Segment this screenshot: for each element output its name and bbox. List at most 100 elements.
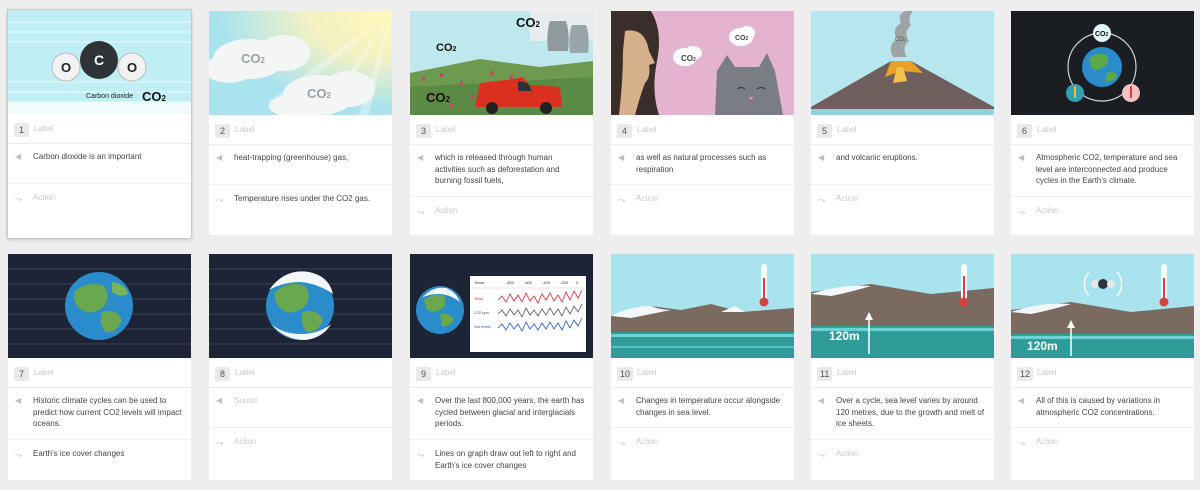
voiceover-row[interactable]: ◀ Over a cycle, sea level varies by arou… [811, 388, 994, 440]
action-icon: ⤳ [1018, 438, 1026, 448]
frame-image-sea-level-120m[interactable]: 120m [811, 254, 994, 358]
frame-label-row[interactable]: 10 Label [611, 358, 794, 388]
frame-label-row[interactable]: 8 Label [209, 358, 392, 388]
voiceover-text[interactable]: Sound [209, 395, 392, 407]
action-text[interactable]: Action [1011, 436, 1194, 448]
storyboard-card-4[interactable]: CO2 CO2 4 Label ◀ as well as natural pro… [611, 11, 794, 235]
frame-label[interactable]: Label [1037, 125, 1057, 134]
storyboard-card-7[interactable]: 7 Label ◀ Historic climate cycles can be… [8, 254, 191, 480]
speaker-icon: ◀ [618, 153, 625, 162]
voiceover-row[interactable]: ◀ All of this is caused by variations in… [1011, 388, 1194, 428]
action-text[interactable]: Action [8, 192, 191, 204]
frame-label-row[interactable]: 12 Label [1011, 358, 1194, 388]
action-row[interactable]: ⤳ Earth's ice cover changes [8, 440, 191, 460]
voiceover-row[interactable]: ◀ heat-trapping (greenhouse) gas, [209, 145, 392, 185]
action-row[interactable]: ⤳ Temperature rises under the CO2 gas. [209, 185, 392, 205]
frame-label-row[interactable]: 11 Label [811, 358, 994, 388]
voiceover-row[interactable]: ◀ Carbon dioxide is an important [8, 144, 191, 184]
frame-number: 10 [617, 367, 634, 381]
action-text[interactable]: Action [209, 436, 392, 448]
frame-image-woman-cat[interactable]: CO2 CO2 [611, 11, 794, 115]
frame-label[interactable]: Label [837, 368, 857, 377]
frame-image-volcano[interactable]: CO2 [811, 11, 994, 115]
action-row[interactable]: ⤳ Action [611, 185, 794, 205]
frame-image-sun-clouds[interactable]: CO2 CO2 [209, 11, 392, 115]
action-row[interactable]: ⤳ Action [410, 197, 593, 217]
voiceover-text[interactable]: heat-trapping (greenhouse) gas, [209, 152, 392, 164]
voiceover-text[interactable]: Over a cycle, sea level varies by around… [811, 395, 994, 430]
voiceover-row[interactable]: ◀ Over the last 800,000 years, the earth… [410, 388, 593, 440]
storyboard-card-8[interactable]: 8 Label ◀ Sound ⤳ Action [209, 254, 392, 480]
voiceover-text[interactable]: and volcanic eruptions. [811, 152, 994, 164]
storyboard-card-1[interactable]: O C O Carbon dioxide CO2 1 Label ◀ Carbo… [7, 9, 192, 239]
frame-label-row[interactable]: 2 Label [209, 115, 392, 145]
voiceover-row[interactable]: ◀ and volcanic eruptions. [811, 145, 994, 185]
frame-label-row[interactable]: 7 Label [8, 358, 191, 388]
action-row[interactable]: ⤳ Action [811, 185, 994, 205]
voiceover-text[interactable]: which is released through human activiti… [410, 152, 593, 187]
voiceover-text[interactable]: Over the last 800,000 years, the earth h… [410, 395, 593, 430]
frame-label-row[interactable]: 5 Label [811, 115, 994, 145]
storyboard-card-5[interactable]: CO2 5 Label ◀ and volcanic eruptions. ⤳ … [811, 11, 994, 235]
action-text[interactable]: Temperature rises under the CO2 gas. [209, 193, 392, 205]
frame-image-factory-truck[interactable]: CO2 CO2 CO2 [410, 11, 593, 115]
frame-label[interactable]: Label [235, 125, 255, 134]
storyboard-card-2[interactable]: CO2 CO2 2 Label ◀ heat-trapping (greenho… [209, 11, 392, 235]
frame-label-row[interactable]: 4 Label [611, 115, 794, 145]
action-row[interactable]: ⤳ Lines on graph draw out left to right … [410, 440, 593, 471]
voiceover-text[interactable]: Historic climate cycles can be used to p… [8, 395, 191, 430]
voiceover-text[interactable]: Atmospheric CO2, temperature and sea lev… [1011, 152, 1194, 187]
storyboard-card-11[interactable]: 120m 11 Label ◀ Over a cycle, sea level … [811, 254, 994, 480]
frame-label-row[interactable]: 1 Label [8, 114, 191, 144]
action-text[interactable]: Action [811, 193, 994, 205]
frame-label[interactable]: Label [637, 125, 657, 134]
storyboard-card-10[interactable]: 10 Label ◀ Changes in temperature occur … [611, 254, 794, 480]
action-row[interactable]: ⤳ Action [1011, 197, 1194, 217]
frame-label[interactable]: Label [235, 368, 255, 377]
voiceover-row[interactable]: ◀ Sound [209, 388, 392, 428]
storyboard-card-9[interactable]: Years -800 -600 -400 -200 0 Temp CO2 ppm… [410, 254, 593, 480]
voiceover-row[interactable]: ◀ Historic climate cycles can be used to… [8, 388, 191, 440]
voiceover-row[interactable]: ◀ which is released through human activi… [410, 145, 593, 197]
frame-label[interactable]: Label [436, 125, 456, 134]
voiceover-text[interactable]: as well as natural processes such as res… [611, 152, 794, 175]
frame-label[interactable]: Label [436, 368, 456, 377]
action-text[interactable]: Earth's ice cover changes [8, 448, 191, 460]
frame-label[interactable]: Label [637, 368, 657, 377]
storyboard-card-12[interactable]: 120m 12 Label ◀ All of this is caused by… [1011, 254, 1194, 480]
action-text[interactable]: Action [1011, 205, 1194, 217]
frame-image-earth-ice[interactable] [209, 254, 392, 358]
action-text[interactable]: Action [611, 436, 794, 448]
frame-number: 6 [1017, 124, 1032, 138]
voiceover-row[interactable]: ◀ Changes in temperature occur alongside… [611, 388, 794, 428]
frame-image-earth-dark[interactable] [8, 254, 191, 358]
frame-label[interactable]: Label [34, 124, 54, 133]
frame-label[interactable]: Label [34, 368, 54, 377]
frame-label-row[interactable]: 6 Label [1011, 115, 1194, 145]
frame-image-coast-thermometer[interactable] [611, 254, 794, 358]
action-row[interactable]: ⤳ Action [1011, 428, 1194, 448]
action-row[interactable]: ⤳ Action [811, 440, 994, 460]
frame-image-co2-molecule[interactable]: O C O Carbon dioxide CO2 [8, 10, 191, 114]
voiceover-text[interactable]: All of this is caused by variations in a… [1011, 395, 1194, 418]
frame-label-row[interactable]: 3 Label [410, 115, 593, 145]
action-text[interactable]: Action [410, 205, 593, 217]
storyboard-card-6[interactable]: CO2 6 Label ◀ Atmospheric CO2, temperatu… [1011, 11, 1194, 235]
action-text[interactable]: Action [811, 448, 994, 460]
action-row[interactable]: ⤳ Action [611, 428, 794, 448]
frame-image-co2-cycle-sea[interactable]: 120m [1011, 254, 1194, 358]
voiceover-row[interactable]: ◀ Atmospheric CO2, temperature and sea l… [1011, 145, 1194, 197]
voiceover-row[interactable]: ◀ as well as natural processes such as r… [611, 145, 794, 185]
frame-image-earth-graph[interactable]: Years -800 -600 -400 -200 0 Temp CO2 ppm… [410, 254, 593, 358]
voiceover-text[interactable]: Changes in temperature occur alongside c… [611, 395, 794, 418]
frame-image-climate-cycle[interactable]: CO2 [1011, 11, 1194, 115]
frame-label[interactable]: Label [1037, 368, 1057, 377]
storyboard-card-3[interactable]: CO2 CO2 CO2 3 Label ◀ which is released … [410, 11, 593, 235]
action-text[interactable]: Lines on graph draw out left to right an… [410, 448, 593, 471]
voiceover-text[interactable]: Carbon dioxide is an important [8, 151, 191, 163]
action-row[interactable]: ⤳ Action [209, 428, 392, 448]
frame-label[interactable]: Label [837, 125, 857, 134]
action-row[interactable]: ⤳ Action [8, 184, 191, 204]
action-text[interactable]: Action [611, 193, 794, 205]
frame-label-row[interactable]: 9 Label [410, 358, 593, 388]
